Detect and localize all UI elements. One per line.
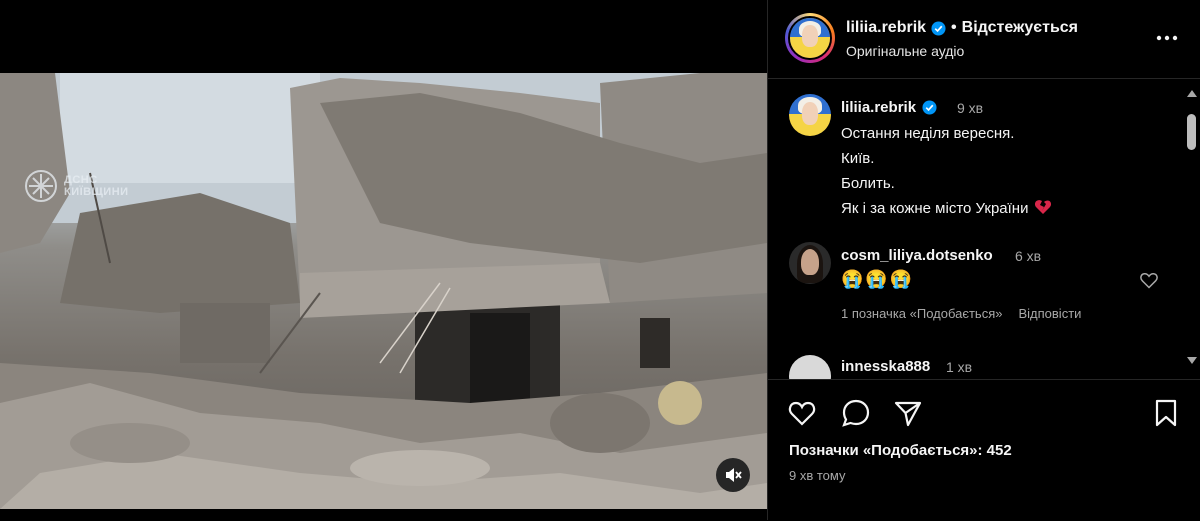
watermark-line1: ДСНС: [64, 174, 98, 186]
audio-link[interactable]: Оригінальне аудіо: [846, 43, 964, 59]
scroll-down-arrow[interactable]: [1187, 357, 1197, 364]
commenter-avatar[interactable]: [789, 242, 831, 284]
save-icon[interactable]: [1151, 398, 1181, 428]
commenter-avatar[interactable]: [789, 355, 831, 379]
comment-author[interactable]: cosm_liliya.dotsenko: [841, 247, 993, 264]
emblem-icon: [25, 170, 57, 202]
share-icon[interactable]: [893, 398, 923, 428]
author-avatar[interactable]: [788, 16, 832, 60]
caption-line: Остання неділя вересня.: [841, 125, 1015, 142]
scroll-up-arrow[interactable]: [1187, 90, 1197, 97]
comment-like-icon[interactable]: [1139, 270, 1159, 290]
verified-icon: [922, 100, 937, 115]
rubble-scene: [0, 73, 767, 509]
post-actions: Позначки «Подобається»: 452 9 хв тому: [768, 379, 1200, 521]
more-icon[interactable]: [1154, 28, 1180, 48]
caption-line-last: Як і за кожне місто України: [841, 196, 1052, 221]
comment-icon[interactable]: [841, 398, 871, 428]
comment-likes-count[interactable]: 1 позначка «Подобається»: [841, 306, 1002, 321]
scrollbar[interactable]: [1183, 84, 1200, 374]
broken-heart-icon: [1035, 200, 1052, 214]
follow-status-button[interactable]: Відстежується: [962, 19, 1078, 37]
post-sidebar: liliia.rebrik • Відстежується Оригінальн…: [767, 0, 1200, 520]
video-pane: ДСНС КИЇВЩИНИ: [0, 0, 767, 520]
caption-avatar[interactable]: [789, 94, 831, 136]
verified-icon: [931, 20, 946, 36]
comment-meta: 1 позначка «Подобається» Відповісти: [841, 306, 1081, 321]
caption-line: Болить.: [841, 175, 895, 192]
like-icon[interactable]: [787, 398, 817, 428]
comment-text: 😭😭😭: [841, 269, 915, 289]
author-username[interactable]: liliia.rebrik: [846, 19, 926, 37]
separator-dot: •: [951, 19, 957, 36]
watermark-line2: КИЇВЩИНИ: [64, 186, 129, 198]
caption-author-row: liliia.rebrik: [841, 99, 937, 116]
video-player[interactable]: ДСНС КИЇВЩИНИ: [0, 73, 767, 509]
mute-icon: [726, 468, 742, 482]
watermark-logo: ДСНС КИЇВЩИНИ: [24, 169, 129, 203]
likes-count[interactable]: Позначки «Подобається»: 452: [789, 442, 1012, 459]
caption-text: Остання неділя вересня. Київ. Болить. Як…: [841, 121, 1052, 221]
comment-time[interactable]: 1 хв: [946, 359, 972, 375]
caption-line: Київ.: [841, 150, 875, 167]
caption-line: Як і за кожне місто України: [841, 200, 1029, 217]
mute-button[interactable]: [716, 458, 750, 492]
caption-time[interactable]: 9 хв: [957, 100, 983, 116]
comments-list[interactable]: liliia.rebrik 9 хв Остання неділя вересн…: [768, 79, 1183, 379]
comment-time[interactable]: 6 хв: [1015, 248, 1041, 264]
post-header: liliia.rebrik • Відстежується Оригінальн…: [768, 0, 1200, 79]
post-timestamp[interactable]: 9 хв тому: [789, 468, 845, 483]
reply-button[interactable]: Відповісти: [1018, 306, 1081, 321]
caption-author[interactable]: liliia.rebrik: [841, 99, 916, 116]
comment-author[interactable]: innesska888: [841, 358, 930, 375]
header-author-row: liliia.rebrik • Відстежується: [846, 19, 1078, 37]
scroll-thumb[interactable]: [1187, 114, 1196, 150]
